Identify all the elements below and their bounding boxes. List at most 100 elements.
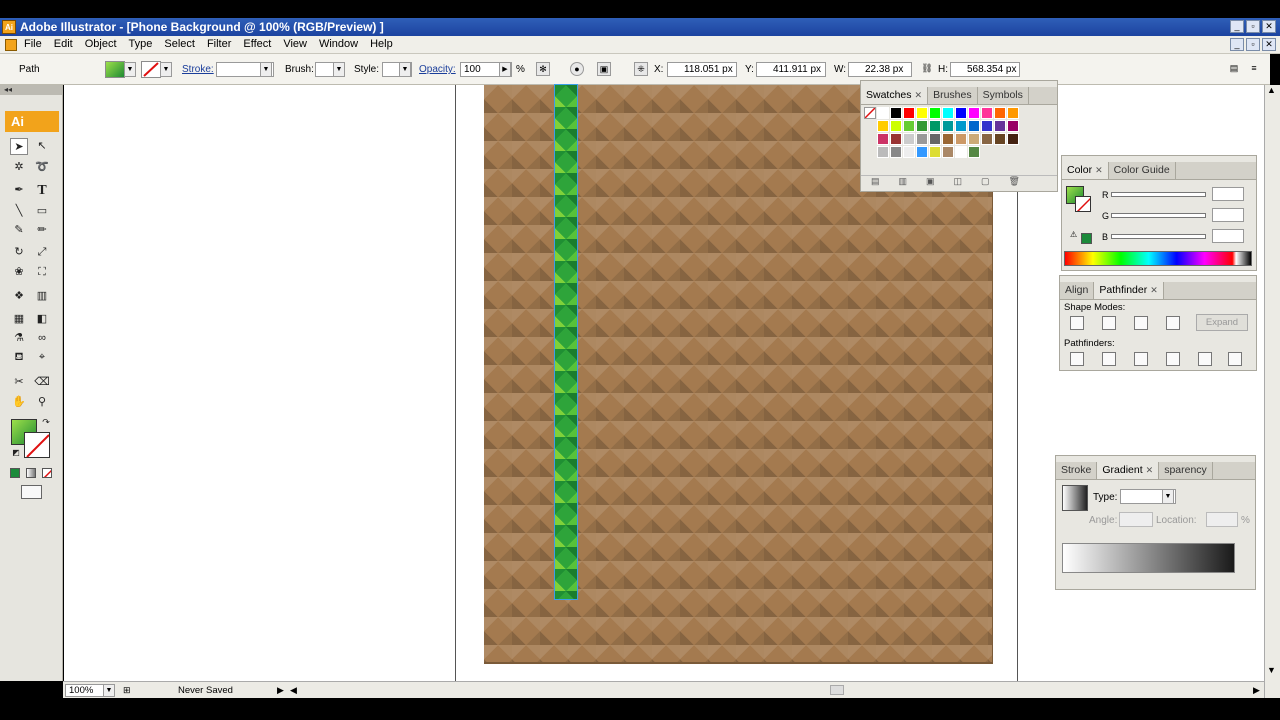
height-field[interactable]: 568.354 px bbox=[950, 62, 1020, 77]
g-value-field[interactable] bbox=[1212, 208, 1244, 222]
eyedropper-tool-icon[interactable]: ⚗ bbox=[10, 330, 28, 347]
fill-swatch[interactable] bbox=[105, 61, 125, 78]
stroke-label[interactable]: Stroke: bbox=[182, 64, 214, 75]
zoom-dropdown[interactable]: ▼ bbox=[103, 684, 115, 697]
free-transform-tool-icon[interactable]: ⛶ bbox=[33, 264, 51, 281]
screen-mode-icon[interactable] bbox=[21, 485, 42, 499]
swatch[interactable] bbox=[877, 146, 889, 158]
fill-dropdown[interactable]: ▼ bbox=[124, 62, 136, 77]
unite-button[interactable] bbox=[1070, 316, 1084, 330]
swatch[interactable] bbox=[1007, 107, 1019, 119]
default-fill-stroke-icon[interactable]: ◩ bbox=[10, 447, 22, 459]
swatch[interactable] bbox=[916, 120, 928, 132]
outline-button[interactable] bbox=[1198, 352, 1212, 366]
swatch[interactable] bbox=[955, 146, 967, 158]
recolor-artwork-icon[interactable]: ✻ bbox=[536, 62, 550, 76]
slice-tool-icon[interactable]: ✂ bbox=[10, 374, 28, 391]
crop-button[interactable] bbox=[1166, 352, 1180, 366]
g-slider[interactable] bbox=[1111, 213, 1206, 218]
tab-align[interactable]: Align bbox=[1060, 282, 1095, 299]
swatch[interactable] bbox=[877, 107, 889, 119]
eraser-tool-icon[interactable]: ⌫ bbox=[33, 374, 51, 391]
menu-help[interactable]: Help bbox=[370, 38, 393, 50]
scroll-down-icon[interactable]: ▼ bbox=[1267, 665, 1276, 675]
warp-tool-icon[interactable]: ❀ bbox=[10, 264, 28, 281]
swatch[interactable] bbox=[981, 107, 993, 119]
scale-tool-icon[interactable]: ⤢ bbox=[33, 244, 51, 261]
swatch[interactable] bbox=[903, 133, 915, 145]
menu-effect[interactable]: Effect bbox=[243, 38, 271, 50]
none-swatch-icon[interactable] bbox=[864, 107, 876, 119]
selection-tool-icon[interactable]: ➤ bbox=[10, 138, 28, 155]
menu-type[interactable]: Type bbox=[129, 38, 153, 50]
swatch[interactable] bbox=[929, 133, 941, 145]
live-paint-selection-tool-icon[interactable]: ⌖ bbox=[33, 349, 51, 366]
rectangle-tool-icon[interactable]: ▭ bbox=[33, 203, 51, 220]
magic-wand-tool-icon[interactable]: ✲ bbox=[10, 159, 28, 176]
swatch[interactable] bbox=[942, 120, 954, 132]
swatch[interactable] bbox=[942, 146, 954, 158]
swatch[interactable] bbox=[955, 120, 967, 132]
swatch[interactable] bbox=[955, 107, 967, 119]
swatch[interactable] bbox=[981, 120, 993, 132]
rotate-tool-icon[interactable]: ↻ bbox=[10, 244, 28, 261]
menu-window[interactable]: Window bbox=[319, 38, 358, 50]
stroke-weight-dropdown[interactable]: ▼ bbox=[260, 62, 272, 77]
color-mode-icon[interactable] bbox=[10, 468, 20, 478]
divide-button[interactable] bbox=[1070, 352, 1084, 366]
menu-file[interactable]: File bbox=[24, 38, 42, 50]
doc-restore-button[interactable]: ▫ bbox=[1246, 38, 1260, 51]
b-value-field[interactable] bbox=[1212, 229, 1244, 243]
close-icon[interactable]: ✕ bbox=[915, 90, 923, 100]
paintbrush-tool-icon[interactable]: ✎ bbox=[10, 222, 28, 239]
swatch[interactable] bbox=[968, 120, 980, 132]
out-of-gamut-icon[interactable]: ⚠ bbox=[1070, 230, 1077, 239]
brush-dropdown[interactable]: ▼ bbox=[333, 62, 345, 77]
graph-tool-icon[interactable]: ▥ bbox=[33, 288, 51, 305]
swatch[interactable] bbox=[994, 120, 1006, 132]
trim-button[interactable] bbox=[1102, 352, 1116, 366]
symbol-sprayer-tool-icon[interactable]: ❖ bbox=[10, 288, 28, 305]
swatch[interactable] bbox=[981, 133, 993, 145]
stroke-color-box[interactable] bbox=[24, 432, 50, 458]
gradient-mode-icon[interactable] bbox=[26, 468, 36, 478]
close-icon[interactable]: ✕ bbox=[1095, 165, 1103, 175]
merge-button[interactable] bbox=[1134, 352, 1148, 366]
swatch[interactable] bbox=[890, 146, 902, 158]
tab-symbols[interactable]: Symbols bbox=[978, 87, 1029, 104]
scroll-left-icon[interactable]: ◀ bbox=[290, 685, 297, 696]
control-menu-icon[interactable]: ≡ bbox=[1247, 62, 1261, 76]
opacity-dropdown[interactable]: ▶ bbox=[499, 62, 511, 77]
swap-fill-stroke-icon[interactable]: ↷ bbox=[40, 416, 52, 428]
swatch[interactable] bbox=[929, 107, 941, 119]
swatch[interactable] bbox=[890, 120, 902, 132]
gradient-type-dropdown[interactable]: ▼ bbox=[1162, 489, 1174, 504]
stroke-swatch[interactable] bbox=[141, 61, 161, 78]
mesh-tool-icon[interactable]: ▦ bbox=[10, 311, 28, 328]
b-slider[interactable] bbox=[1111, 234, 1206, 239]
x-field[interactable]: 118.051 px bbox=[667, 62, 737, 77]
minimize-button[interactable]: _ bbox=[1230, 20, 1244, 33]
r-value-field[interactable] bbox=[1212, 187, 1244, 201]
swatches-footer-icons[interactable]: ▤▥▣◫▢🗑 bbox=[861, 175, 1057, 191]
hand-tool-icon[interactable]: ✋ bbox=[10, 394, 28, 411]
swatch[interactable] bbox=[877, 133, 889, 145]
swatch[interactable] bbox=[955, 133, 967, 145]
swatch[interactable] bbox=[942, 107, 954, 119]
doc-minimize-button[interactable]: _ bbox=[1230, 38, 1244, 51]
swatch[interactable] bbox=[929, 120, 941, 132]
color-stroke-box[interactable] bbox=[1075, 196, 1091, 212]
selected-green-stripe-path[interactable] bbox=[554, 84, 578, 600]
angle-field[interactable] bbox=[1119, 512, 1153, 527]
swatch[interactable] bbox=[903, 120, 915, 132]
swatch[interactable] bbox=[890, 107, 902, 119]
minus-back-button[interactable] bbox=[1228, 352, 1242, 366]
menu-object[interactable]: Object bbox=[85, 38, 117, 50]
menu-filter[interactable]: Filter bbox=[207, 38, 231, 50]
web-safe-color-icon[interactable] bbox=[1081, 233, 1092, 244]
swatch[interactable] bbox=[929, 146, 941, 158]
tab-stroke[interactable]: Stroke bbox=[1056, 462, 1098, 479]
close-icon[interactable]: ✕ bbox=[1150, 285, 1158, 295]
scroll-up-icon[interactable]: ▲ bbox=[1267, 85, 1276, 95]
intersect-button[interactable] bbox=[1134, 316, 1148, 330]
